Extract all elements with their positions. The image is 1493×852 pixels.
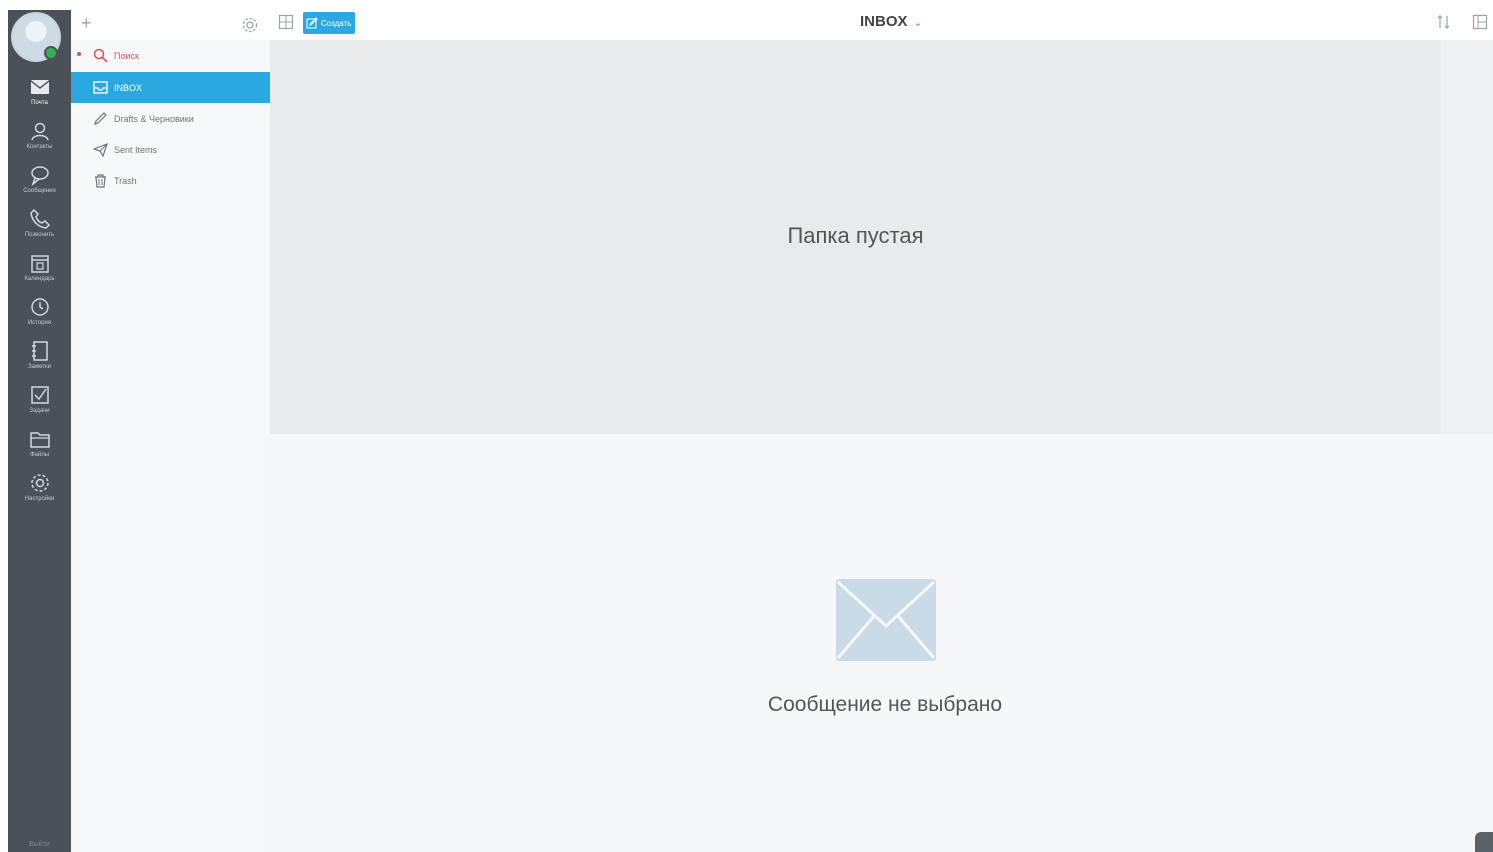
main-toolbar: Создать INBOX ⌄ [270,0,1493,40]
inbox-icon [93,81,108,94]
tasks-icon [30,386,49,404]
folder-search[interactable]: Поиск [71,40,270,71]
rail-item-phone[interactable]: Позвонить [8,206,71,250]
sort-icon[interactable] [1436,14,1452,30]
folder-icon [29,432,50,448]
rail-item-tasks[interactable]: Задачи [8,382,71,426]
envelope-icon [836,579,936,661]
search-icon [93,48,108,63]
mail-icon [30,80,49,94]
rail-item-calendar[interactable]: Календарь [8,250,71,294]
clock-icon [30,298,49,316]
contacts-icon [30,122,49,141]
folder-item-label: INBOX [114,82,143,93]
panel-layout-icon[interactable] [1472,14,1488,30]
folder-panel: + Поиск INBOX Drafts & Черновики Sent It… [71,10,270,852]
rail-item-label: Настройки [24,496,55,502]
calendar-icon [30,255,49,273]
folder-item-inbox[interactable]: INBOX [71,72,270,103]
compose-button[interactable]: Создать [303,12,356,34]
presence-status-badge [44,46,58,60]
rail-item-label: Сообщения [23,188,56,194]
rail-item-files[interactable]: Файлы [8,426,71,470]
rail-item-label: Контакты [26,144,53,150]
compose-label: Создать [321,18,352,28]
app-rail: Почта Контакты Сообщения Позвонить Кален… [8,10,71,852]
folder-item-label: Trash [114,175,137,186]
settings-icon [30,474,49,492]
empty-folder-text: Папка пустая [787,223,924,248]
pencil-icon [94,112,107,125]
rail-item-label: Позвонить [24,232,55,238]
rail-item-label: Задачи [29,408,50,414]
edit-icon [306,17,318,29]
message-preview: Сообщение не выбрано [270,434,1493,852]
rail-item-label: Заметки [28,364,51,370]
phone-icon [29,208,50,229]
folder-search-label: Поиск [114,50,139,61]
rail-item-label: Почта [31,100,48,106]
rail-item-label: История [27,320,52,326]
send-icon [93,142,108,157]
layout-icon[interactable] [278,14,294,30]
folder-item-trash[interactable]: Trash [71,165,270,196]
folder-item-drafts[interactable]: Drafts & Черновики [71,103,270,134]
folder-item-sent[interactable]: Sent Items [71,134,270,165]
add-account-button[interactable]: + [81,14,92,32]
mail-app: Почта Контакты Сообщения Позвонить Кален… [0,0,1493,852]
rail-item-label: Календарь [24,276,55,282]
current-folder-dropdown[interactable]: INBOX ⌄ [860,13,923,30]
chevron-down-icon: ⌄ [913,17,923,29]
rail-item-history[interactable]: История [8,294,71,338]
folder-item-label: Drafts & Черновики [114,113,194,124]
notes-icon [31,341,48,361]
rail-item-settings[interactable]: Настройки [8,470,71,514]
rail-item-mail[interactable]: Почта [8,74,71,118]
no-message-selected-text: Сообщение не выбрано [767,693,1003,716]
gear-icon[interactable] [241,16,259,34]
rail-item-chat[interactable]: Сообщения [8,162,71,206]
corner-action-button[interactable] [1475,832,1493,852]
rail-item-contacts[interactable]: Контакты [8,118,71,162]
message-list-scrollbar[interactable] [1441,40,1493,434]
chat-icon [30,166,49,186]
rail-item-notes[interactable]: Заметки [8,338,71,382]
current-folder-title: INBOX [860,13,908,30]
message-list[interactable]: Папка пустая [270,40,1441,434]
logout-link[interactable]: Выйти [8,841,71,848]
folder-panel-header: + [71,10,270,40]
expand-bullet-icon [77,52,81,56]
rail-item-label: Файлы [29,452,50,458]
trash-icon [95,174,106,188]
folder-item-label: Sent Items [114,144,158,155]
